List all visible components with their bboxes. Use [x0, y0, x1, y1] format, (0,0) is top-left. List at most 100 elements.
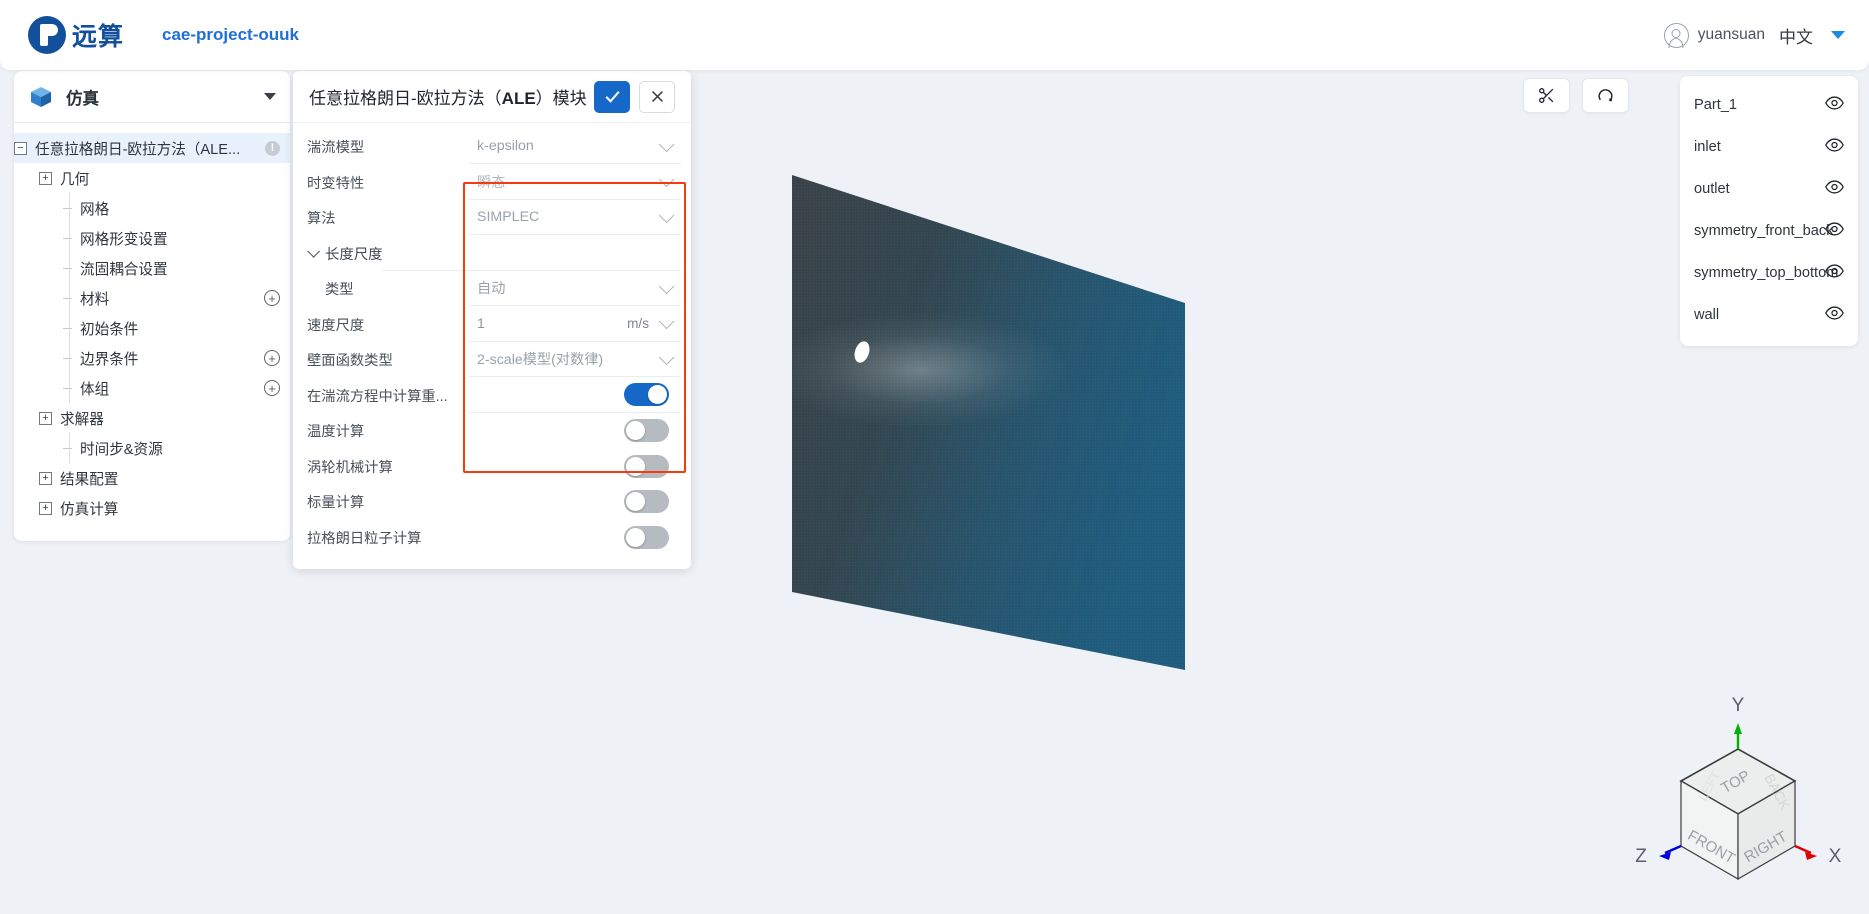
- expand-toggle-icon[interactable]: +: [39, 171, 52, 185]
- eye-icon[interactable]: [1825, 264, 1844, 282]
- group-title: 长度尺度: [325, 246, 383, 263]
- tree-item-geometry[interactable]: + 几何: [14, 163, 290, 193]
- add-icon[interactable]: +: [264, 380, 280, 396]
- sidebar-header[interactable]: 仿真: [14, 71, 290, 123]
- scalar-calc-toggle[interactable]: [624, 490, 669, 514]
- tree-item-solver[interactable]: + 求解器: [14, 403, 290, 433]
- logo-text: 远算: [72, 23, 125, 51]
- velocity-scale-input[interactable]: 1 m/s: [469, 307, 681, 342]
- toggle-knob: [626, 421, 645, 441]
- tree-item-ale-root[interactable]: − 任意拉格朗日-欧拉方法（ALE... !: [14, 133, 290, 163]
- tree-branch-icon: [63, 327, 72, 329]
- dialog-title-bold: ALE: [501, 89, 536, 108]
- field-label: 标量计算: [307, 495, 365, 512]
- chevron-down-icon[interactable]: [658, 313, 675, 330]
- part-row-3[interactable]: symmetry_front_back: [1680, 210, 1858, 252]
- tree-item-material[interactable]: 材料 +: [14, 283, 290, 313]
- collapse-toggle-icon[interactable]: −: [14, 141, 27, 155]
- group-length-scale[interactable]: 长度尺度: [293, 236, 691, 272]
- tree-item-volume-group[interactable]: 体组 +: [14, 373, 290, 403]
- field-label: 算法: [307, 211, 336, 228]
- part-row-2[interactable]: outlet: [1680, 168, 1858, 210]
- tree-item-mesh-deformation[interactable]: 网格形变设置: [14, 223, 290, 253]
- field-label: 速度尺度: [307, 317, 365, 334]
- confirm-button[interactable]: [594, 80, 630, 113]
- eye-icon[interactable]: [1825, 222, 1844, 240]
- wall-function-type-select[interactable]: 2-scale模型(对数律): [469, 342, 681, 378]
- parts-panel: Part_1 inlet outlet symmetry_front_back …: [1680, 76, 1858, 346]
- orientation-cube[interactable]: TOP FRONT RIGHT BACK LEFT Y X Z: [1623, 689, 1853, 904]
- simulation-tree: − 任意拉格朗日-欧拉方法（ALE... ! + 几何 网格 网格形变设置 流固…: [14, 123, 290, 541]
- scissors-tool-button[interactable]: [1523, 78, 1570, 113]
- chevron-down-icon: [658, 278, 675, 294]
- field-value: 2-scale模型(对数律): [477, 352, 604, 369]
- field-label: 拉格朗日粒子计算: [307, 530, 422, 547]
- toggle-knob: [648, 385, 667, 405]
- time-dependency-select[interactable]: 瞬态: [469, 165, 681, 200]
- tree-guide-line: [69, 433, 70, 463]
- field-label: 在湍流方程中计算重...: [307, 388, 448, 405]
- dialog-title-prefix: 任意拉格朗日-欧拉方法（: [309, 89, 502, 108]
- tree-item-label: 求解器: [60, 411, 104, 428]
- tree-item-result-config[interactable]: + 结果配置: [14, 463, 290, 493]
- eye-icon[interactable]: [1825, 180, 1844, 198]
- header-right: yuansuan 中文: [1663, 22, 1845, 48]
- add-icon[interactable]: +: [264, 290, 280, 306]
- field-label: 湍流模型: [307, 140, 365, 157]
- turbulence-model-select[interactable]: k-epsilon: [469, 129, 681, 165]
- gravity-in-turbulence-toggle[interactable]: [624, 383, 669, 407]
- rotate-tool-button[interactable]: [1582, 78, 1629, 113]
- add-icon[interactable]: +: [264, 350, 280, 366]
- eye-icon[interactable]: [1825, 306, 1844, 324]
- tree-branch-icon: [63, 207, 72, 209]
- left-sidebar: 仿真 − 任意拉格朗日-欧拉方法（ALE... ! + 几何 网格 网格形变设置…: [14, 71, 290, 541]
- field-length-scale-type: 类型 自动: [293, 271, 691, 307]
- axis-label-z: Z: [1635, 846, 1647, 867]
- rotate-icon: [1598, 89, 1613, 102]
- part-row-1[interactable]: inlet: [1680, 126, 1858, 168]
- part-row-5[interactable]: wall: [1680, 294, 1858, 336]
- tree-branch-icon: [63, 267, 72, 269]
- tree-guide-line: [69, 193, 70, 223]
- brand[interactable]: 远算: [28, 16, 124, 54]
- info-badge-icon[interactable]: !: [265, 140, 280, 156]
- project-name[interactable]: cae-project-ouuk: [162, 25, 299, 45]
- part-name: symmetry_front_back: [1694, 223, 1834, 239]
- tree-item-boundary-conditions[interactable]: 边界条件 +: [14, 343, 290, 373]
- field-wall-function-type: 壁面函数类型 2-scale模型(对数律): [293, 342, 691, 378]
- tree-guide-line: [69, 223, 70, 253]
- temperature-calc-toggle[interactable]: [624, 419, 669, 443]
- part-row-0[interactable]: Part_1: [1680, 84, 1858, 126]
- tree-item-label: 时间步&资源: [80, 441, 163, 458]
- dialog-actions: [594, 80, 675, 113]
- cancel-button[interactable]: [639, 80, 675, 113]
- algorithm-select[interactable]: SIMPLEC: [469, 200, 681, 236]
- close-icon: [651, 91, 663, 102]
- tree-item-fsi-settings[interactable]: 流固耦合设置: [14, 253, 290, 283]
- length-scale-type-select[interactable]: 自动: [469, 271, 681, 307]
- tree-item-mesh[interactable]: 网格: [14, 193, 290, 223]
- tree-branch-icon: [63, 297, 72, 299]
- language-label[interactable]: 中文: [1779, 23, 1813, 48]
- tree-item-initial-conditions[interactable]: 初始条件: [14, 313, 290, 343]
- user-menu[interactable]: yuansuan: [1663, 22, 1765, 48]
- yuansuan-logo-icon: [28, 16, 66, 54]
- part-row-4[interactable]: symmetry_top_bottom: [1680, 252, 1858, 294]
- tree-item-simulation-run[interactable]: + 仿真计算: [14, 493, 290, 523]
- chevron-down-icon[interactable]: [307, 244, 320, 258]
- ale-form: 湍流模型 k-epsilon 时变特性 瞬态 算法 SIMPLEC 长度尺度 类…: [293, 123, 691, 569]
- field-label: 涡轮机械计算: [307, 459, 393, 476]
- chevron-down-icon[interactable]: [1831, 31, 1845, 39]
- field-time-dependency: 时变特性 瞬态: [293, 165, 691, 201]
- temperature-toggle-cell: [469, 413, 681, 448]
- toggle-knob: [626, 492, 645, 512]
- eye-icon[interactable]: [1825, 96, 1844, 114]
- eye-icon[interactable]: [1825, 138, 1844, 156]
- tree-item-timestep-resources[interactable]: 时间步&资源: [14, 433, 290, 463]
- expand-toggle-icon[interactable]: +: [39, 411, 52, 425]
- turbomachinery-calc-toggle[interactable]: [624, 454, 669, 478]
- expand-toggle-icon[interactable]: +: [39, 471, 52, 485]
- lagrangian-particle-calc-toggle[interactable]: [624, 525, 669, 549]
- expand-toggle-icon[interactable]: +: [39, 501, 52, 515]
- chevron-down-icon[interactable]: [264, 93, 276, 100]
